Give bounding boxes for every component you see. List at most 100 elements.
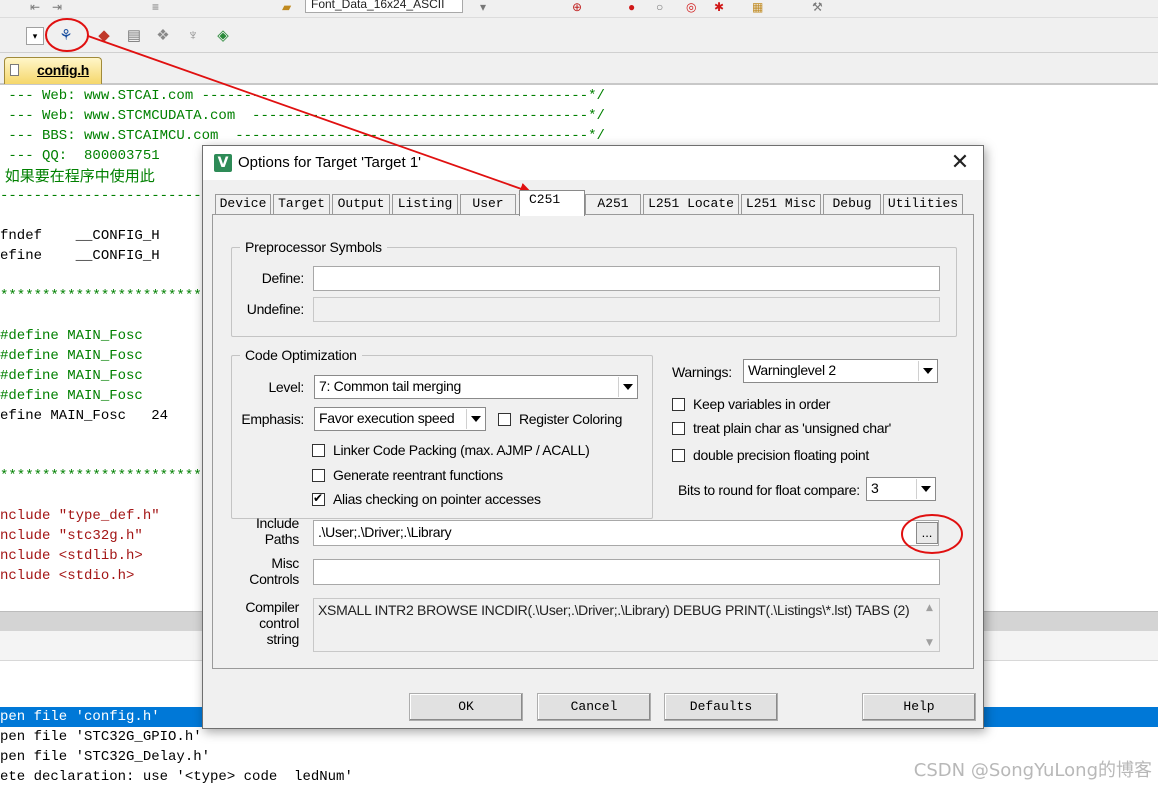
keep-variables-checkbox[interactable]: Keep variables in order (672, 396, 830, 412)
tab-user[interactable]: User (460, 194, 516, 214)
code-line: nclude "stc32g.h" (0, 528, 143, 544)
tab-output[interactable]: Output (332, 194, 390, 214)
checkbox-box[interactable] (672, 421, 685, 435)
tab-target[interactable]: Target (273, 194, 330, 214)
code-line: --- QQ: 800003751 (0, 148, 169, 164)
breakpoint-kill-icon[interactable]: ◎ (686, 0, 696, 14)
pack-installer-icon[interactable]: ♆ (183, 25, 203, 45)
dropdown-icon[interactable]: ▾ (480, 0, 486, 14)
checkbox-label: Keep variables in order (693, 396, 831, 412)
code-line: nclude "type_def.h" (0, 508, 160, 524)
close-icon[interactable]: ✕ (945, 149, 975, 177)
output-line[interactable]: pen file 'STC32G_Delay.h' (0, 747, 210, 767)
help-button[interactable]: Help (862, 693, 976, 721)
checkbox-box[interactable] (312, 443, 325, 457)
scroll-down-icon[interactable]: ▼ (921, 634, 938, 651)
undefine-input[interactable] (313, 297, 940, 322)
chevron-down-icon[interactable] (466, 409, 484, 429)
checkbox-box[interactable] (312, 468, 325, 482)
emphasis-value: Favor execution speed (319, 410, 455, 426)
plain-char-unsigned-checkbox[interactable]: treat plain char as 'unsigned char' (672, 420, 891, 436)
watermark: CSDN @SongYuLong的博客 (913, 760, 1152, 781)
run-time-environment-icon[interactable]: ❖ (153, 25, 173, 45)
editor-tab-bar: config.h (0, 53, 1158, 85)
tab-config-h[interactable]: config.h (4, 57, 102, 84)
float-round-bits-select[interactable]: 3 (866, 477, 936, 501)
keil-app-icon: V (214, 154, 232, 172)
label-line: Paths (264, 531, 300, 547)
tab-c251[interactable]: C251 (519, 190, 585, 216)
code-line: nclude <stdlib.h> (0, 548, 143, 564)
reentrant-functions-checkbox[interactable]: Generate reentrant functions (312, 467, 503, 483)
window-layout-icon[interactable]: ▦ (752, 0, 763, 14)
breakpoint-disabled-icon[interactable]: ○ (656, 0, 663, 14)
tab-utilities[interactable]: Utilities (883, 194, 963, 214)
file-icon (10, 64, 19, 76)
alias-checking-checkbox[interactable]: Alias checking on pointer accesses (312, 491, 541, 507)
level-value: 7: Common tail merging (319, 378, 462, 394)
output-line[interactable]: pen file 'STC32G_GPIO.h' (0, 727, 202, 747)
misc-controls-label: Misc Controls (213, 555, 299, 587)
code-line: nclude <stdio.h> (0, 568, 135, 584)
defaults-button[interactable]: Defaults (664, 693, 778, 721)
tab-label: config.h (37, 62, 90, 78)
emphasis-select[interactable]: Favor execution speed (314, 407, 486, 431)
indent-icon[interactable]: ⇤ (30, 0, 40, 14)
chevron-down-icon[interactable] (916, 479, 934, 499)
checkbox-label: Generate reentrant functions (333, 467, 503, 483)
tab-listing[interactable]: Listing (392, 194, 458, 214)
cancel-button[interactable]: Cancel (537, 693, 651, 721)
checkbox-box[interactable] (672, 397, 685, 411)
tab-debug[interactable]: Debug (823, 194, 881, 214)
target-select-dropdown[interactable]: ▾ (26, 27, 44, 45)
compiler-control-string[interactable]: XSMALL INTR2 BROWSE INCDIR(.\User;.\Driv… (313, 598, 940, 652)
dialog-titlebar[interactable]: V Options for Target 'Target 1' ✕ (203, 146, 983, 180)
comment-icon[interactable]: ≡ (152, 0, 159, 14)
code-line: ------------------------- (0, 188, 211, 204)
float-round-bits-label: Bits to round for float compare: (678, 482, 860, 498)
linker-code-packing-checkbox[interactable]: Linker Code Packing (max. AJMP / ACALL) (312, 442, 590, 458)
select-packs-icon[interactable]: ◈ (213, 25, 233, 45)
tools-icon[interactable]: ⚒ (812, 0, 823, 14)
code-line: #define MAIN_Fosc (0, 348, 177, 364)
tab-l251-locate[interactable]: L251 Locate (643, 194, 739, 214)
include-paths-browse-button[interactable]: ... (916, 522, 938, 544)
emphasis-label: Emphasis: (241, 411, 304, 427)
c251-tab-panel: Preprocessor Symbols Define: Undefine: C… (212, 214, 974, 669)
checkbox-label: Register Coloring (519, 411, 623, 427)
include-paths-input[interactable]: .\User;.\Driver;.\Library (313, 520, 939, 546)
search-icon[interactable]: ⊕ (572, 0, 582, 14)
warnings-value: Warninglevel 2 (748, 362, 836, 378)
tab-a251[interactable]: A251 (585, 194, 641, 214)
code-line: ************************* (0, 288, 211, 304)
preprocessor-symbols-group: Preprocessor Symbols Define: Undefine: (231, 238, 957, 337)
misc-controls-input[interactable] (313, 559, 940, 585)
define-label: Define: (261, 270, 305, 286)
open-folder-icon[interactable]: ▰ (282, 0, 291, 14)
tab-l251-misc[interactable]: L251 Misc (741, 194, 821, 214)
chevron-down-icon[interactable] (918, 361, 936, 381)
double-precision-checkbox[interactable]: double precision floating point (672, 447, 869, 463)
breakpoint-clear-icon[interactable]: ✱ (714, 0, 724, 14)
output-line[interactable]: ete declaration: use '<type> code ledNum… (0, 767, 353, 787)
register-coloring-checkbox[interactable]: Register Coloring (498, 411, 622, 427)
target-options-icon[interactable]: ⚘ (56, 25, 76, 45)
ok-button[interactable]: OK (409, 693, 523, 721)
tab-device[interactable]: Device (215, 194, 271, 214)
scroll-up-icon[interactable]: ▲ (921, 599, 938, 616)
level-select[interactable]: 7: Common tail merging (314, 375, 638, 399)
manage-components-icon[interactable]: ◆ (94, 25, 114, 45)
warnings-select[interactable]: Warninglevel 2 (743, 359, 938, 383)
checkbox-box[interactable] (498, 412, 511, 426)
indent-icon[interactable]: ⇥ (52, 0, 62, 14)
options-for-target-dialog: V Options for Target 'Target 1' ✕ Device… (202, 145, 984, 729)
breakpoint-icon[interactable]: ● (628, 0, 635, 14)
define-input[interactable] (313, 266, 940, 291)
file-find-combo[interactable]: Font_Data_16x24_ASCII (305, 0, 463, 13)
compiler-string-scrollbar[interactable]: ▲ ▼ (921, 599, 938, 651)
float-round-bits-value: 3 (871, 480, 879, 496)
file-extensions-icon[interactable]: ▤ (124, 25, 144, 45)
chevron-down-icon[interactable] (618, 377, 636, 397)
checkbox-box[interactable] (672, 448, 685, 462)
checkbox-box[interactable] (312, 491, 325, 506)
